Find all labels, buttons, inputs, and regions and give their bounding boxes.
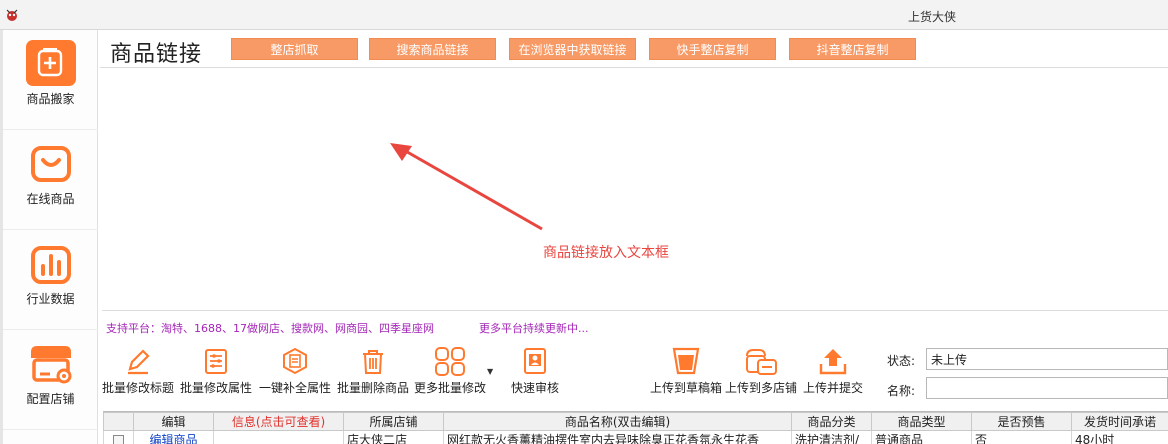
pencil-icon (128, 349, 150, 375)
status-label: 状态: (887, 354, 916, 368)
tool-label: 一键补全属性 (259, 381, 332, 395)
sidebar-item-industry-data[interactable]: 行业数据 (3, 230, 98, 330)
column-header[interactable]: 商品类型 (871, 412, 972, 431)
bar-chart-icon (31, 246, 71, 284)
hexagon-doc-icon (283, 347, 307, 375)
title-bar: 上货大侠 (0, 0, 1168, 30)
upload-draft-button[interactable]: 上传到草稿箱 (648, 346, 724, 398)
multi-store-icon (746, 349, 777, 375)
product-link-textarea[interactable] (102, 69, 1168, 311)
tool-label: 上传到多店铺 (724, 381, 797, 395)
column-header[interactable]: 所属店铺 (343, 412, 444, 431)
more-platforms-text: 更多平台持续更新中... (479, 322, 589, 335)
edit-product-link[interactable]: 编辑商品 (133, 430, 214, 444)
page-header: 商品链接 整店抓取 搜索商品链接 在浏览器中获取链接 快手整店复制 抖音整店复制 (100, 30, 1168, 68)
presale-cell: 否 (971, 430, 1072, 444)
batch-edit-title-button[interactable]: 批量修改标题 (102, 346, 174, 398)
name-input[interactable] (926, 377, 1168, 399)
store-gear-icon (31, 346, 72, 384)
plus-box-icon (26, 40, 76, 86)
link-box-hint: 商品链接放入文本框 (543, 245, 669, 261)
product-table: 编辑 信息(点击可查看) 所属店铺 商品名称(双击编辑) 商品分类 商品类型 是… (103, 411, 1168, 444)
auto-complete-attr-button[interactable]: 一键补全属性 (259, 346, 331, 398)
column-header[interactable]: 发货时间承诺 (1071, 412, 1168, 431)
tool-label: 批量修改属性 (180, 381, 253, 395)
browser-get-link-button[interactable]: 在浏览器中获取链接 (509, 38, 636, 60)
name-label: 名称: (887, 384, 916, 398)
row-checkbox[interactable] (113, 434, 124, 444)
sidebar: 商品搬家 在线商品 行业数据 配置店铺 (0, 30, 98, 444)
draft-cup-icon (672, 347, 700, 375)
sidebar-item-label: 在线商品 (26, 192, 75, 206)
select-all-header[interactable] (103, 412, 134, 431)
product-name-cell[interactable]: 网红款无火香薰精油摆件室内去异味除臭正花香氛永生花香 (443, 430, 792, 444)
search-product-link-button[interactable]: 搜索商品链接 (369, 38, 496, 60)
grid-more-icon (435, 347, 465, 376)
tool-label: 批量删除商品 (337, 381, 410, 395)
sidebar-item-label: 商品搬家 (26, 92, 75, 106)
tool-label: 更多批量修改 (413, 381, 486, 395)
column-header[interactable]: 商品名称(双击编辑) (443, 412, 792, 431)
review-icon (524, 348, 546, 374)
column-header[interactable]: 编辑 (133, 412, 214, 431)
row-checkbox-cell[interactable] (103, 430, 134, 444)
upload-multi-store-button[interactable]: 上传到多店铺 (724, 346, 798, 398)
sidebar-item-online-products[interactable]: 在线商品 (3, 130, 98, 230)
store-cell: 店大侠二店 (343, 430, 444, 444)
column-header[interactable]: 是否预售 (971, 412, 1072, 431)
arrow-annotation (390, 143, 543, 231)
status-select[interactable]: 未上传 (926, 348, 1168, 370)
quick-review-button[interactable]: 快速审核 (503, 346, 567, 398)
batch-edit-attr-button[interactable]: 批量修改属性 (180, 346, 252, 398)
shopping-bag-icon (31, 146, 71, 182)
table-header-row: 编辑 信息(点击可查看) 所属店铺 商品名称(双击编辑) 商品分类 商品类型 是… (103, 412, 1168, 431)
app-logo-icon (6, 9, 18, 21)
tool-label: 批量修改标题 (102, 381, 175, 395)
chevron-down-icon[interactable]: ▼ (487, 367, 493, 376)
sliders-doc-icon (205, 349, 227, 374)
category-cell: 洗护清洁剂/ (791, 430, 872, 444)
type-cell: 普通商品 (871, 430, 972, 444)
supported-platforms-text: 支持平台：淘特、1688、17做网店、搜款网、网商园、四季星座网 (106, 322, 434, 335)
info-cell[interactable] (213, 430, 344, 444)
kuaishou-copy-button[interactable]: 快手整店复制 (649, 38, 776, 60)
more-batch-edit-button[interactable]: 更多批量修改 (413, 346, 487, 398)
batch-delete-button[interactable]: 批量删除商品 (337, 346, 409, 398)
ship-time-cell: 48小时 (1071, 430, 1168, 444)
column-header[interactable]: 商品分类 (791, 412, 872, 431)
upload-submit-button[interactable]: 上传并提交 (801, 346, 865, 398)
window-title: 上货大侠 (908, 10, 957, 24)
sidebar-item-label: 配置店铺 (26, 392, 75, 406)
tool-label: 上传并提交 (802, 381, 863, 395)
tool-label: 上传到草稿箱 (649, 381, 722, 395)
page-title: 商品链接 (110, 42, 203, 67)
sidebar-item-label: 行业数据 (26, 292, 75, 306)
shop-crawl-button[interactable]: 整店抓取 (231, 38, 358, 60)
sidebar-item-store-config[interactable]: 配置店铺 (3, 330, 98, 430)
sidebar-item-product-move[interactable]: 商品搬家 (3, 30, 98, 130)
tool-label: 快速审核 (510, 381, 559, 395)
trash-icon (363, 350, 383, 374)
table-row[interactable]: 编辑商品 店大侠二店 网红款无火香薰精油摆件室内去异味除臭正花香氛永生花香 洗护… (103, 430, 1168, 444)
column-header[interactable]: 信息(点击可查看) (213, 412, 344, 431)
douyin-copy-button[interactable]: 抖音整店复制 (789, 38, 916, 60)
upload-icon (819, 349, 847, 375)
